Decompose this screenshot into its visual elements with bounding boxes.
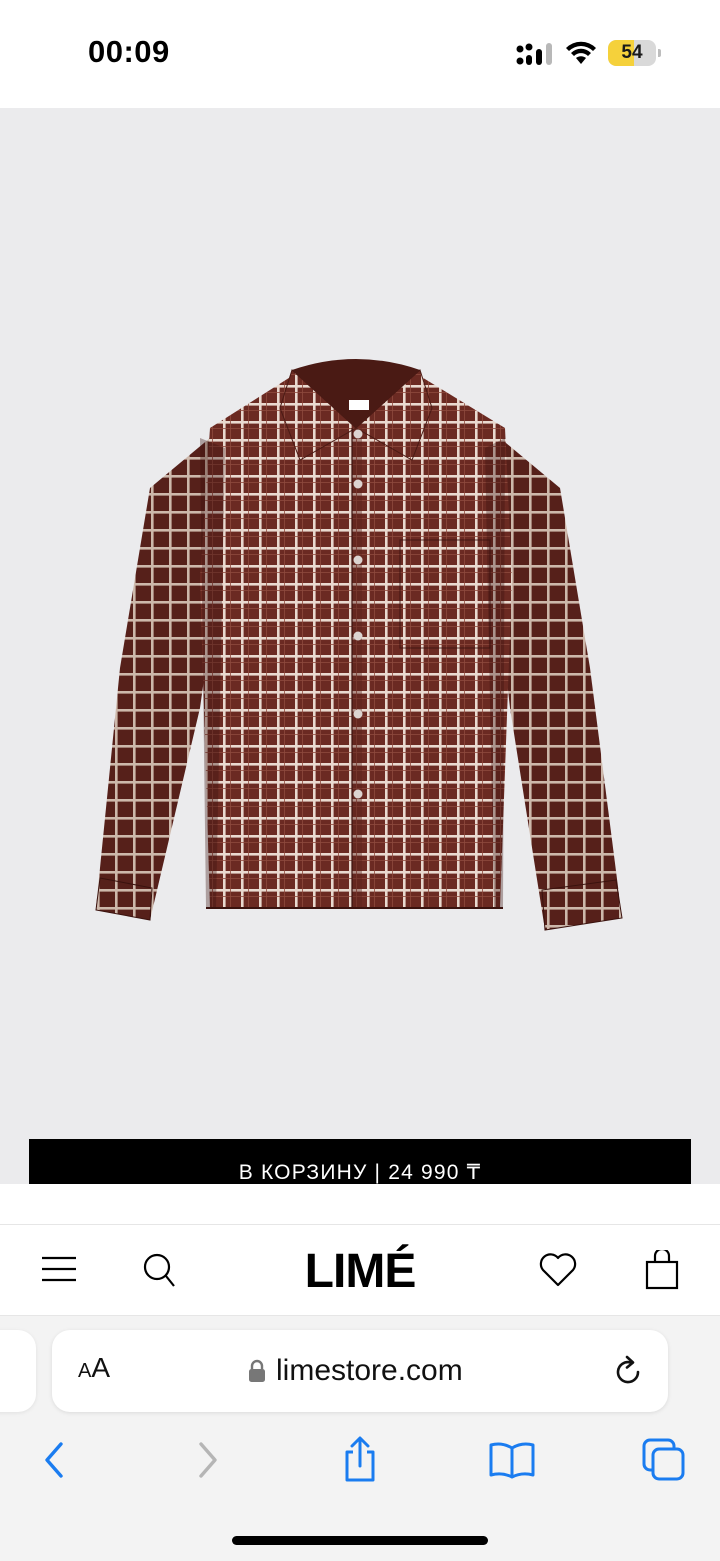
clock: 00:09 [88,34,170,69]
heart-icon[interactable] [538,1250,578,1290]
search-icon[interactable] [140,1250,180,1290]
text-size-button[interactable]: A A [78,1352,110,1390]
forward-icon [199,1442,217,1478]
previous-tab-preview[interactable] [0,1330,36,1412]
checked-shirt-image [95,359,623,931]
signal-icon [516,43,552,65]
tabs-button[interactable] [638,1434,690,1486]
product-image[interactable] [0,108,720,1184]
site-header: LIMÉ [0,1224,720,1316]
bookmarks-icon [489,1442,535,1479]
wifi-icon [566,41,596,64]
tabs-icon [642,1438,685,1481]
url-text: limestore.com [276,1354,463,1387]
browser-chrome: A A limestore.com [0,1316,720,1561]
share-button[interactable] [334,1434,386,1486]
back-button[interactable] [28,1434,80,1486]
back-icon [45,1442,63,1478]
menu-icon[interactable] [40,1250,80,1290]
status-bar: 00:09 54 [0,0,720,108]
shopping-bag-icon[interactable] [642,1250,682,1290]
page-divider [0,1184,720,1224]
home-indicator[interactable] [232,1536,488,1545]
address-bar[interactable]: A A limestore.com [52,1330,668,1412]
reload-icon[interactable] [610,1354,646,1390]
battery-indicator: 54 [608,40,661,66]
forward-button[interactable] [182,1434,234,1486]
url-display[interactable]: limestore.com [248,1350,463,1392]
battery-level: 54 [621,42,643,63]
bookmarks-button[interactable] [486,1434,538,1486]
lock-icon [249,1359,265,1382]
site-logo[interactable]: LIMÉ [260,1241,460,1301]
share-icon [345,1436,375,1482]
